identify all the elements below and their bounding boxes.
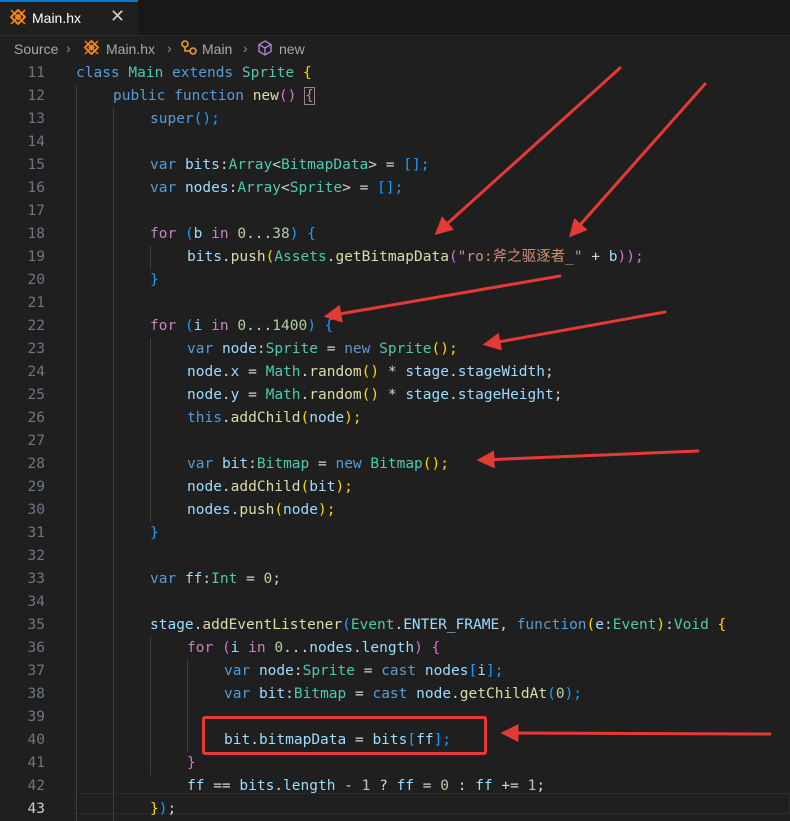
code-line-12: public function new() { (113, 87, 315, 105)
code-line-28: var bit:Bitmap = new Bitmap(); (187, 456, 449, 472)
breadcrumb-file[interactable]: Main.hx (106, 41, 155, 57)
class-icon (181, 40, 197, 58)
line-number: 33 (27, 571, 45, 587)
code-line-42: ff == bits.length - 1 ? ff = 0 : ff += 1… (187, 778, 546, 794)
indent-guide (150, 338, 151, 522)
line-number: 12 (27, 88, 45, 104)
breadcrumb-class[interactable]: Main (202, 41, 232, 57)
line-number: 28 (27, 456, 45, 472)
line-number: 41 (27, 755, 45, 771)
code-line-15: var bits:Array<BitmapData> = []; (150, 157, 430, 173)
breadcrumb: Source › Main.hx › Main › new (0, 36, 790, 62)
code-line-36: for (i in 0...nodes.length) { (187, 640, 441, 656)
line-number: 43 (27, 801, 45, 817)
line-number: 16 (27, 180, 45, 196)
line-number: 40 (27, 732, 45, 748)
code-line-37: var node:Sprite = cast nodes[i]; (224, 663, 504, 679)
line-number: 36 (27, 640, 45, 656)
breadcrumb-source[interactable]: Source (14, 41, 58, 57)
indent-guide (150, 246, 151, 269)
line-number: 42 (27, 778, 45, 794)
line-number: 25 (27, 387, 45, 403)
line-number: 20 (27, 272, 45, 288)
tab-main-hx[interactable]: Main.hx ✕ (0, 0, 138, 35)
code-line-16: var nodes:Array<Sprite> = []; (150, 180, 404, 196)
code-line-38: var bit:Bitmap = cast node.getChildAt(0)… (224, 686, 583, 702)
line-number: 35 (27, 617, 45, 633)
haxe-file-icon (83, 39, 100, 58)
code-line-31: } (150, 525, 159, 541)
line-number: 27 (27, 433, 45, 449)
line-number: 29 (27, 479, 45, 495)
code-line-33: var ff:Int = 0; (150, 571, 282, 587)
code-line-24: node.x = Math.random() * stage.stageWidt… (187, 364, 554, 380)
line-number: 15 (27, 157, 45, 173)
code-line-13: super(); (150, 111, 220, 127)
line-number: 24 (27, 364, 45, 380)
line-number: 31 (27, 525, 45, 541)
code-line-20: } (150, 272, 159, 288)
code-line-41: } (187, 755, 196, 771)
chevron-right-icon: › (243, 40, 248, 56)
code-line-11: class Main extends Sprite { (76, 65, 312, 81)
line-number: 32 (27, 548, 45, 564)
tab-bar: Main.hx ✕ (0, 0, 790, 36)
indent-guide (76, 85, 77, 821)
line-number: 13 (27, 111, 45, 127)
chevron-right-icon: › (167, 40, 172, 56)
line-number: 34 (27, 594, 45, 610)
code-line-25: node.y = Math.random() * stage.stageHeig… (187, 387, 563, 403)
line-number: 14 (27, 134, 45, 150)
line-number: 11 (27, 65, 45, 81)
code-line-19: bits.push(Assets.getBitmapData("ro:斧之驱逐者… (187, 249, 644, 265)
indent-guide (113, 108, 114, 821)
close-icon[interactable]: ✕ (110, 6, 125, 27)
code-line-18: for (b in 0...38) { (150, 226, 316, 242)
annotation-highlight-box (202, 716, 487, 755)
code-line-23: var node:Sprite = new Sprite(); (187, 341, 458, 357)
line-number: 39 (27, 709, 45, 725)
code-line-30: nodes.push(node); (187, 502, 336, 518)
cube-icon (257, 40, 273, 59)
line-number: 21 (27, 295, 45, 311)
line-number: 23 (27, 341, 45, 357)
code-line-43: }); (150, 801, 177, 817)
code-line-29: node.addChild(bit); (187, 479, 353, 495)
line-number: 18 (27, 226, 45, 242)
indent-guide (150, 637, 151, 775)
chevron-right-icon: › (66, 40, 71, 56)
line-number: 22 (27, 318, 45, 334)
line-number: 26 (27, 410, 45, 426)
line-number: 37 (27, 663, 45, 679)
code-line-35: stage.addEventListener(Event.ENTER_FRAME… (150, 617, 727, 633)
code-line-26: this.addChild(node); (187, 410, 362, 426)
code-line-22: for (i in 0...1400) { (150, 318, 334, 334)
breadcrumb-member[interactable]: new (279, 41, 305, 57)
indent-guide (187, 660, 188, 752)
haxe-file-icon (10, 9, 26, 25)
line-number: 17 (27, 203, 45, 219)
line-number: 19 (27, 249, 45, 265)
line-number: 38 (27, 686, 45, 702)
tab-label: Main.hx (32, 10, 82, 26)
line-number: 30 (27, 502, 45, 518)
code-editor[interactable]: 11 12 13 14 15 16 17 18 19 20 21 22 23 24 25 26 27 28 29 30… (0, 62, 790, 821)
